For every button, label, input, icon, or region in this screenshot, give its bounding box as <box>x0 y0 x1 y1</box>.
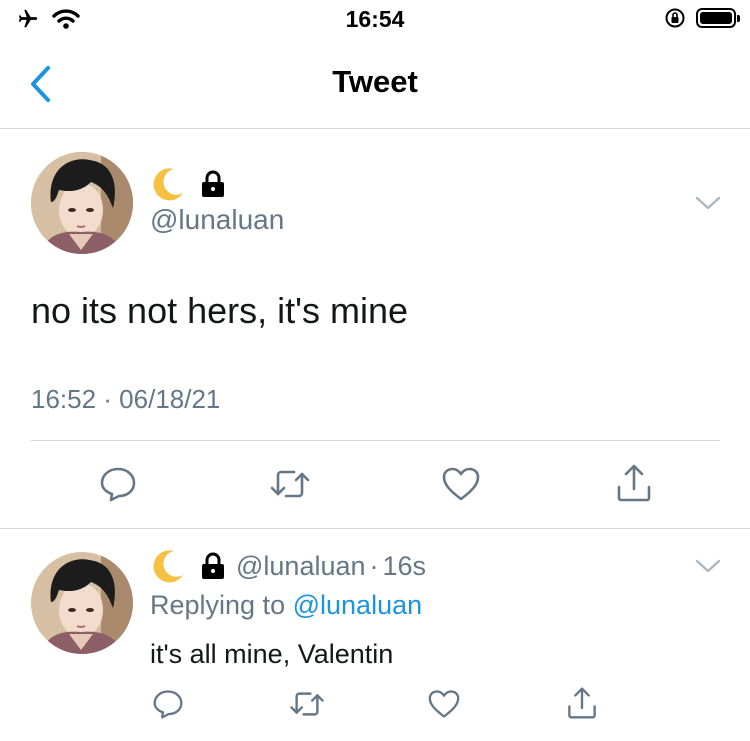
tweet-divider <box>31 440 720 441</box>
display-name <box>150 166 226 202</box>
battery-icon <box>696 8 740 28</box>
reply-retweet-button[interactable] <box>286 686 328 722</box>
status-right-icons <box>664 7 740 29</box>
chevron-down-icon[interactable] <box>694 194 722 212</box>
page-title: Tweet <box>332 64 418 99</box>
reply-age: 16s <box>382 550 427 581</box>
crescent-moon-icon <box>153 168 183 201</box>
retweet-button[interactable] <box>266 464 314 504</box>
like-button[interactable] <box>438 464 484 504</box>
heart-icon <box>428 690 460 718</box>
reply-chevron-down-icon[interactable] <box>694 557 722 575</box>
crescent-moon-icon <box>153 550 183 583</box>
reply-like-button[interactable] <box>426 686 462 722</box>
retweet-icon <box>270 470 310 498</box>
status-time: 16:54 <box>345 6 405 32</box>
reply-reply-button[interactable] <box>150 686 186 722</box>
orientation-lock-icon <box>665 8 685 28</box>
reply-separator: · <box>369 550 379 581</box>
tweet-timestamp: 16:52 · 06/18/21 <box>31 384 221 414</box>
nav-divider <box>0 128 750 129</box>
share-icon <box>568 687 596 719</box>
lock-icon <box>202 552 224 579</box>
replying-to-handle[interactable]: @lunaluan <box>293 590 423 620</box>
replying-to-prefix: Replying to <box>150 590 286 620</box>
reply-share-button[interactable] <box>564 684 600 722</box>
tweet-text: no its not hers, it's mine <box>31 290 409 331</box>
reply-icon <box>100 467 136 502</box>
section-divider <box>0 528 750 529</box>
reply-button[interactable] <box>96 464 140 504</box>
share-button[interactable] <box>612 462 656 504</box>
avatar[interactable] <box>31 152 133 254</box>
reply-avatar[interactable] <box>31 552 133 654</box>
reply-handle[interactable]: @lunaluan <box>236 551 366 582</box>
tweet-handle[interactable]: @lunaluan <box>150 204 284 236</box>
replying-to: Replying to @lunaluan <box>150 590 422 621</box>
share-icon <box>617 464 651 502</box>
lock-icon <box>202 170 224 197</box>
heart-icon <box>442 467 480 501</box>
retweet-icon <box>290 692 324 716</box>
reply-icon <box>153 690 183 719</box>
reply-header: @lunaluan · 16s <box>150 548 426 584</box>
reply-text: it's all mine, Valentin <box>150 639 394 669</box>
